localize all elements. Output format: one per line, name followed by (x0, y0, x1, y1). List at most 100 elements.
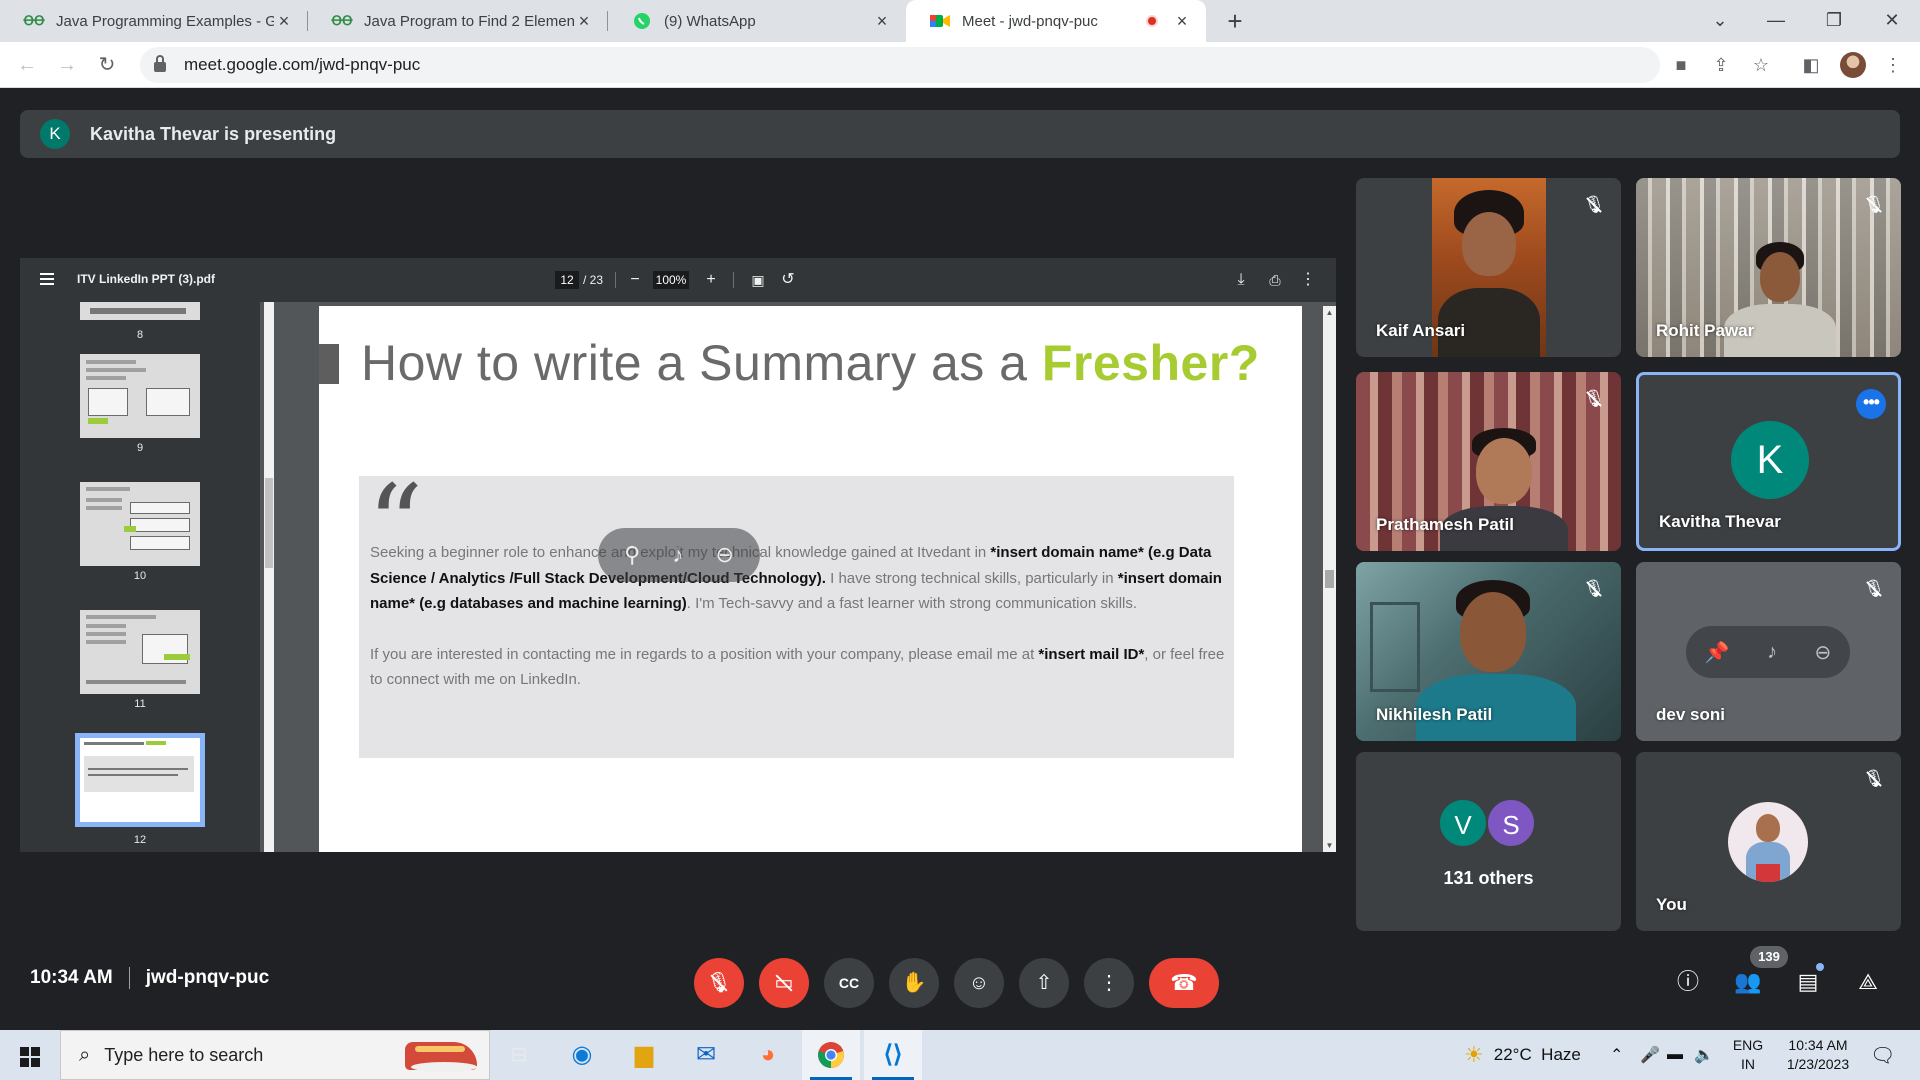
page-thumbnail[interactable] (80, 354, 200, 438)
bookmark-star-icon[interactable]: ☆ (1748, 52, 1774, 78)
page-thumbnail[interactable] (80, 610, 200, 694)
search-icon: ⌕ (79, 1043, 91, 1066)
back-icon[interactable]: ← (12, 50, 42, 80)
tab-title: Java Programming Examples - Ge (56, 12, 274, 30)
page-number-input[interactable]: 12 (555, 271, 579, 289)
participant-tile[interactable]: 🎙 Nikhilesh Patil (1356, 562, 1621, 741)
taskbar-clock[interactable]: 10:34 AM 1/23/2023 (1778, 1036, 1858, 1074)
scroll-down-icon[interactable]: ▼ (1323, 841, 1336, 850)
mic-toggle-button[interactable]: 🎙 (694, 958, 744, 1008)
more-options-icon[interactable]: ••• (1856, 389, 1886, 419)
meeting-details-icon[interactable]: ⓘ (1671, 965, 1705, 999)
present-screen-button[interactable]: ⇧ (1019, 958, 1069, 1008)
fit-page-icon[interactable]: ▣ (748, 269, 768, 291)
participant-tile[interactable]: 🎙 📌 ♪ ⊖ dev soni (1636, 562, 1901, 741)
leave-call-button[interactable]: ☎ (1149, 958, 1219, 1008)
captions-button[interactable]: CC (824, 958, 874, 1008)
browser-tab[interactable]: ꝊꝊ Java Program to Find 2 Elements × (308, 0, 608, 42)
browser-tab[interactable]: (9) WhatsApp × (608, 0, 906, 42)
weather-widget[interactable]: ☀ 22°C Haze (1464, 1030, 1581, 1080)
presenter-avatar: K (40, 119, 70, 149)
side-panel-icon[interactable]: ◧ (1798, 52, 1824, 78)
tile-hover-controls: 📌 ♪ ⊖ (1686, 626, 1850, 678)
zoom-input[interactable]: 100% (653, 271, 689, 289)
slide-title: How to write a Summary as a Fresher? (361, 335, 1260, 391)
url-text: meet.google.com/jwd-pnqv-puc (184, 55, 421, 74)
task-view-icon[interactable]: ⊟ (490, 1030, 548, 1080)
reactions-button[interactable]: ☺ (954, 958, 1004, 1008)
mute-for-all-icon[interactable]: ♪ (672, 542, 683, 568)
download-icon[interactable]: ⤓ (1231, 269, 1251, 291)
close-tab-icon[interactable]: × (872, 11, 892, 32)
more-options-icon[interactable]: ⋮ (1298, 269, 1318, 291)
minimize-icon[interactable]: — (1748, 0, 1804, 42)
tab-title: Meet - jwd-pnqv-puc (962, 12, 1098, 30)
profile-avatar[interactable] (1840, 52, 1866, 78)
address-bar[interactable]: meet.google.com/jwd-pnqv-puc (140, 47, 1660, 83)
share-icon[interactable]: ⇪ (1708, 52, 1734, 78)
tab-search-chevron-icon[interactable]: ⌄ (1692, 0, 1748, 42)
tray-chevron-icon[interactable]: ⌃ (1610, 1030, 1623, 1080)
participant-tile[interactable]: 🎙 Kaif Ansari (1356, 178, 1621, 357)
mute-for-all-icon[interactable]: ♪ (1767, 641, 1777, 664)
camera-toggle-button[interactable]: ▭ (759, 958, 809, 1008)
new-tab-button[interactable]: + (1220, 6, 1250, 36)
page-scrollbar[interactable]: ▲ ▼ (1323, 306, 1336, 852)
remove-icon[interactable]: ⊖ (1815, 640, 1832, 665)
meeting-time: 10:34 AM (30, 967, 113, 988)
avatar: S (1486, 798, 1536, 848)
presenting-text: Kavitha Thevar is presenting (90, 123, 337, 144)
others-tile[interactable]: V S 131 others (1356, 752, 1621, 931)
more-options-button[interactable]: ⋮ (1084, 958, 1134, 1008)
print-icon[interactable]: ⎙ (1265, 269, 1285, 291)
remove-icon[interactable]: ⊖ (715, 542, 733, 568)
participant-tile[interactable]: 🎙 Prathamesh Patil (1356, 372, 1621, 551)
zoom-out-icon[interactable]: − (625, 269, 645, 291)
thumbnail-number: 9 (136, 442, 144, 454)
notifications-icon[interactable]: 🗨 (1870, 1030, 1895, 1080)
microphone-tray-icon[interactable]: 🎤 (1640, 1030, 1660, 1080)
avatar: V (1438, 798, 1488, 848)
scroll-up-icon[interactable]: ▲ (1323, 308, 1336, 317)
pin-icon[interactable]: 📌 (1705, 640, 1730, 665)
browser-tab-active[interactable]: Meet - jwd-pnqv-puc × (906, 0, 1206, 42)
close-window-icon[interactable]: ✕ (1864, 0, 1920, 42)
participant-name: Rohit Pawar (1656, 321, 1755, 340)
forward-icon[interactable]: → (52, 50, 82, 80)
participant-name: You (1656, 895, 1687, 914)
participant-tile-speaking[interactable]: ••• K Kavitha Thevar (1636, 372, 1901, 551)
volume-icon[interactable]: 🔈 (1694, 1030, 1714, 1080)
edge-icon[interactable]: ◉ (553, 1030, 611, 1080)
meeting-code: jwd-pnqv-puc (145, 967, 270, 988)
rotate-icon[interactable]: ↺ (778, 269, 798, 291)
page-thumbnail-selected[interactable] (75, 733, 205, 827)
maximize-icon[interactable]: ❐ (1806, 0, 1862, 42)
participant-tile[interactable]: 🎙 Rohit Pawar (1636, 178, 1901, 357)
search-placeholder: Type here to search (104, 1044, 264, 1065)
camera-icon[interactable]: ■ (1668, 52, 1694, 78)
mail-icon[interactable]: ✉ (677, 1030, 735, 1080)
page-thumbnail[interactable] (80, 302, 200, 320)
file-explorer-icon[interactable]: ▆ (615, 1030, 673, 1080)
language-indicator[interactable]: ENG IN (1730, 1036, 1766, 1074)
vscode-icon[interactable]: ⟨⟩ (864, 1030, 922, 1080)
zoom-in-icon[interactable]: + (701, 269, 721, 291)
chrome-icon[interactable] (802, 1030, 860, 1080)
people-icon[interactable]: 👥 (1731, 965, 1765, 999)
menu-icon[interactable] (40, 273, 54, 285)
firefox-icon[interactable]: ◕ (739, 1030, 797, 1080)
thumbnail-scrollbar[interactable] (264, 302, 274, 852)
self-tile[interactable]: 🎙 You (1636, 752, 1901, 931)
pin-off-icon[interactable]: ⚲ (624, 542, 640, 568)
browser-tab[interactable]: ꝊꝊ Java Programming Examples - Ge × (0, 0, 308, 42)
battery-icon[interactable]: ▬ (1667, 1030, 1683, 1080)
close-tab-icon[interactable]: × (274, 11, 294, 32)
browser-menu-icon[interactable]: ⋮ (1880, 52, 1906, 78)
close-tab-icon[interactable]: × (1172, 11, 1192, 32)
raise-hand-button[interactable]: ✋ (889, 958, 939, 1008)
activities-icon[interactable]: ⟁ (1851, 965, 1885, 999)
windows-start-icon[interactable] (20, 1047, 40, 1067)
close-tab-icon[interactable]: × (574, 11, 594, 32)
page-thumbnail[interactable] (80, 482, 200, 566)
reload-icon[interactable]: ↻ (92, 50, 122, 80)
